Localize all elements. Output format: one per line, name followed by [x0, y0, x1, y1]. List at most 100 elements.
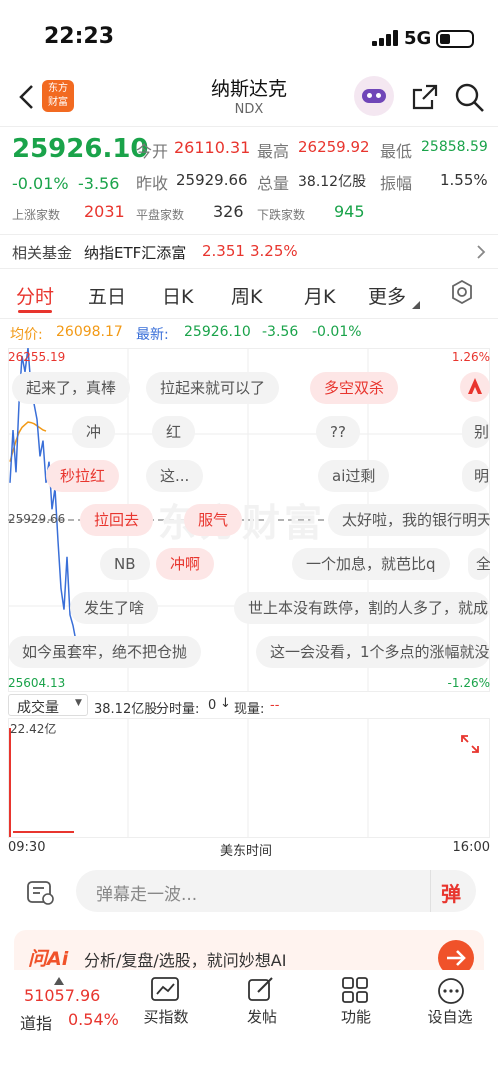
related-fund-row[interactable]: 相关基金 纳指ETF汇添富 2.351 3.25%: [0, 236, 498, 268]
tab-five-day[interactable]: 五日: [88, 282, 126, 309]
chart-trend-icon[interactable]: [150, 976, 182, 1004]
time-mid-label: 美东时间: [220, 844, 273, 859]
up-label: 上涨家数: [12, 208, 61, 222]
volume-detail-label: 分时量:: [156, 702, 200, 717]
edit-icon[interactable]: [246, 976, 276, 1004]
dow-index-pct: 0.54%: [68, 1010, 119, 1029]
latest-value: 25926.10: [184, 324, 251, 340]
low-value: 25858.59: [421, 139, 488, 155]
grid-icon[interactable]: [340, 976, 370, 1004]
danmu-bubble[interactable]: 一个加息，就芭比q: [292, 548, 450, 580]
header: 东方 财富 纳斯达克 NDX: [0, 70, 498, 126]
fund-label: 相关基金: [12, 244, 73, 262]
latest-change: -3.56: [262, 324, 299, 340]
volume-selector[interactable]: 成交量 ▼: [8, 694, 88, 716]
down-value: 945: [334, 202, 365, 221]
settings-icon[interactable]: [450, 279, 474, 305]
search-icon[interactable]: [454, 82, 486, 114]
down-arrow-icon: ↓: [220, 696, 231, 711]
volume-chart[interactable]: 22.42亿: [8, 718, 490, 838]
nav-add-favorite[interactable]: 设自选: [410, 1006, 490, 1027]
danmu-bubble[interactable]: ??: [316, 416, 360, 448]
danmu-send-button[interactable]: 弹: [430, 870, 476, 912]
danmu-bubble[interactable]: 明: [462, 460, 490, 492]
share-icon[interactable]: [410, 82, 440, 112]
status-bar: 22:23 5G: [0, 0, 498, 70]
more-icon[interactable]: [436, 976, 466, 1006]
dow-index-label: 道指: [20, 1014, 53, 1033]
price-info-line: 均价: 26098.17 最新: 25926.10 -3.56 -0.01%: [0, 322, 498, 346]
danmu-settings-icon[interactable]: [24, 876, 56, 908]
volume-label: 总量: [257, 174, 290, 193]
danmu-bubble[interactable]: 起来了，真棒: [12, 372, 131, 404]
chevron-right-icon: [474, 242, 488, 262]
danmu-input-placeholder: 弹幕走一波...: [96, 885, 198, 905]
danmu-bubble[interactable]: 太好啦，我的银行明天: [328, 504, 490, 536]
danmu-bubble[interactable]: ai过剩: [318, 460, 390, 492]
dropdown-caret-icon: ▼: [75, 698, 82, 708]
tab-intraday[interactable]: 分时: [16, 282, 54, 309]
intraday-chart[interactable]: 东方财富 26255.19 1.26% 25929.66 25604.13 -1…: [8, 348, 490, 692]
nav-buy-index[interactable]: 买指数: [126, 1006, 206, 1027]
danmu-bubble[interactable]: 拉回去: [80, 504, 154, 536]
danmu-bubble[interactable]: 冲: [72, 416, 116, 448]
change-pct: -0.01%: [12, 174, 69, 193]
flat-label: 平盘家数: [136, 208, 185, 222]
fund-pct: 3.25%: [250, 242, 298, 260]
volume-total: 38.12亿股: [94, 702, 158, 717]
avg-label: 均价:: [10, 327, 43, 343]
period-tabs: 分时 五日 日K 周K 月K 更多: [0, 272, 498, 318]
danmu-bubble[interactable]: 多空双杀: [310, 372, 399, 404]
down-label: 下跌家数: [257, 208, 306, 222]
danmu-bubble[interactable]: 拉起来就可以了: [146, 372, 280, 404]
flat-value: 326: [213, 202, 244, 221]
quote-panel: 25926.10 -0.01% -3.56 今开 26110.31 最高 262…: [0, 126, 498, 234]
danmu-bubble[interactable]: 冲啊: [156, 548, 215, 580]
danmu-bubble[interactable]: 这...: [146, 460, 204, 492]
low-label: 最低: [380, 142, 413, 161]
nav-post[interactable]: 发帖: [222, 1006, 302, 1027]
battery-icon: [436, 30, 474, 48]
danmu-bubble[interactable]: NB: [100, 548, 150, 580]
dow-index-value[interactable]: 51057.96: [24, 986, 100, 1005]
tab-monthly-k[interactable]: 月K: [304, 282, 335, 309]
volume-current-value: --: [270, 698, 280, 713]
time-start: 09:30: [8, 840, 46, 855]
danmu-bubble[interactable]: 秒拉红: [46, 460, 120, 492]
avg-value: 26098.17: [56, 324, 123, 340]
danmu-bubble[interactable]: 别: [462, 416, 490, 448]
status-time: 22:23: [44, 24, 115, 49]
danmu-bubble[interactable]: 如今虽套牢，绝不把仓抛: [8, 636, 202, 668]
expand-icon[interactable]: [458, 732, 482, 756]
open-label: 今开: [136, 142, 169, 161]
volume-current-label: 现量:: [234, 702, 265, 717]
volume-max: 22.42亿: [10, 722, 57, 736]
chart-mid-price: 25929.66: [8, 512, 66, 526]
fund-price: 2.351: [202, 242, 245, 260]
danmu-send-label: 弹: [441, 882, 461, 906]
more-caret-icon: [412, 294, 420, 309]
chart-top-pct: 1.26%: [451, 350, 490, 364]
volume-header: 成交量 ▼ 38.12亿股 分时量: 0 ↓ 现量: --: [8, 694, 490, 718]
ai-banner-text: 分析/复盘/选股，就问妙想AI: [84, 951, 287, 970]
danmu-bubble[interactable]: 这一会没看，1个多点的涨幅就没: [256, 636, 490, 668]
tab-more[interactable]: 更多: [368, 282, 406, 309]
assistant-avatar[interactable]: [354, 76, 394, 116]
danmu-input[interactable]: 弹幕走一波... 弹: [76, 870, 476, 912]
tab-daily-k[interactable]: 日K: [162, 282, 193, 309]
chart-bottom-price: 25604.13: [8, 676, 66, 690]
danmu-bubble[interactable]: 服气: [184, 504, 243, 536]
bottom-nav: 51057.96 道指 0.54% 买指数 发帖 功能 设自选: [0, 970, 498, 1080]
prev-close-value: 25929.66: [176, 171, 248, 189]
high-value: 26259.92: [298, 138, 370, 156]
open-value: 26110.31: [174, 138, 251, 157]
danmu-bubble[interactable]: 发生了啥: [70, 592, 159, 624]
fire-icon[interactable]: [460, 372, 490, 402]
volume-selector-label: 成交量: [17, 700, 59, 716]
prev-close-label: 昨收: [136, 174, 169, 193]
danmu-bubble[interactable]: 红: [152, 416, 196, 448]
tab-weekly-k[interactable]: 周K: [231, 282, 262, 309]
nav-functions[interactable]: 功能: [316, 1006, 396, 1027]
danmu-bubble[interactable]: 全: [468, 548, 490, 580]
danmu-bubble[interactable]: 世上本没有跌停，割的人多了，就成: [234, 592, 490, 624]
